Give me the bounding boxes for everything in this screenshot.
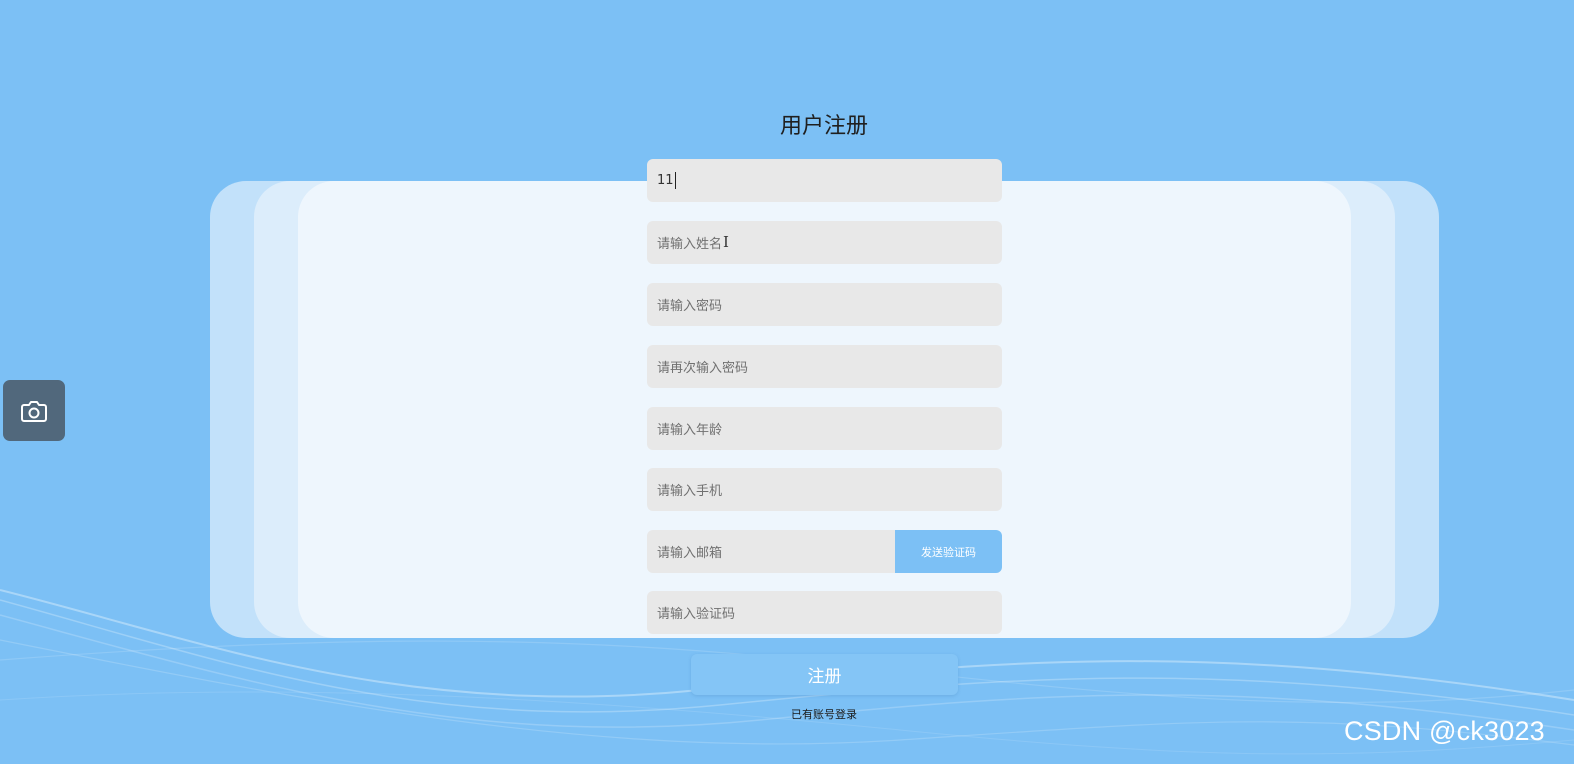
username-value: 11 — [657, 173, 674, 188]
name-input[interactable]: 请输入姓名 I — [647, 221, 1002, 264]
name-placeholder: 请输入姓名 — [657, 237, 723, 252]
confirm-password-placeholder: 请再次输入密码 — [657, 361, 749, 376]
phone-input[interactable]: 请输入手机 — [647, 468, 1002, 511]
confirm-password-input[interactable]: 请再次输入密码 — [647, 345, 1002, 388]
verification-code-input[interactable]: 请输入验证码 — [647, 591, 1002, 634]
register-button[interactable]: 注册 — [691, 654, 958, 695]
username-input[interactable]: 11 — [647, 159, 1002, 202]
send-code-button[interactable]: 发送验证码 — [895, 530, 1002, 573]
page-title: 用户注册 — [779, 114, 868, 139]
age-input[interactable]: 请输入年龄 — [647, 407, 1002, 450]
email-placeholder: 请输入邮箱 — [657, 546, 723, 561]
screenshot-tool-button[interactable] — [3, 380, 65, 441]
phone-placeholder: 请输入手机 — [657, 484, 723, 499]
watermark: CSDN @ck3023 — [1344, 716, 1545, 746]
password-placeholder: 请输入密码 — [657, 299, 723, 314]
login-link[interactable]: 已有账号登录 — [724, 706, 924, 722]
camera-icon — [21, 400, 47, 422]
age-placeholder: 请输入年龄 — [657, 423, 723, 438]
verification-code-placeholder: 请输入验证码 — [657, 607, 736, 622]
text-caret — [674, 172, 676, 189]
ibeam-cursor-icon: I — [723, 233, 729, 251]
email-input[interactable]: 请输入邮箱 — [647, 530, 895, 573]
password-input[interactable]: 请输入密码 — [647, 283, 1002, 326]
